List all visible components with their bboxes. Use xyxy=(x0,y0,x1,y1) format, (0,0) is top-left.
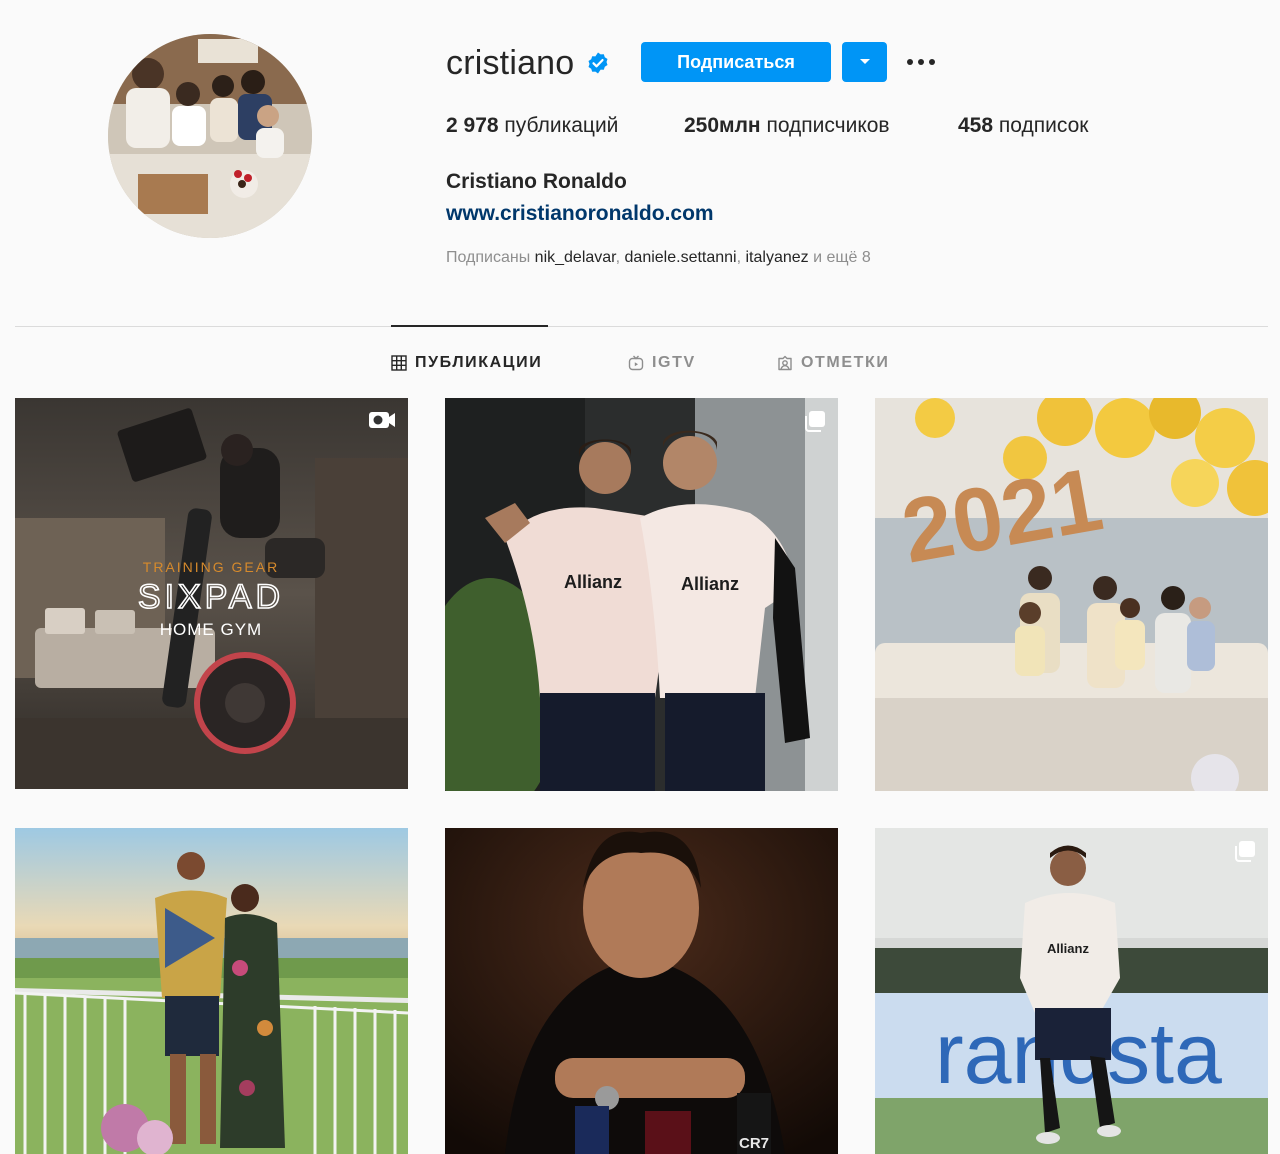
igtv-icon xyxy=(628,355,644,371)
avatar-image xyxy=(108,34,312,238)
carousel-icon xyxy=(1235,841,1255,862)
grid-icon xyxy=(391,355,407,371)
tab-posts[interactable]: ПУБЛИКАЦИИ xyxy=(391,352,542,374)
tab-tagged-label: ОТМЕТКИ xyxy=(801,354,890,371)
post-image xyxy=(15,828,408,1154)
followers-count-value: 250млн xyxy=(684,114,761,137)
tab-igtv[interactable]: IGTV xyxy=(628,352,696,374)
followed-by-account[interactable]: italyanez xyxy=(746,249,809,266)
following-count[interactable]: 458 подписок xyxy=(958,114,1088,138)
followers-count-label: подписчиков xyxy=(766,114,890,137)
tabs-divider xyxy=(15,326,1268,327)
shirt-sponsor: Allianz xyxy=(1047,941,1089,956)
video-icon xyxy=(369,412,395,428)
following-count-label: подписок xyxy=(998,114,1089,137)
full-name: Cristiano Ronaldo xyxy=(446,170,627,193)
tab-tagged[interactable]: ОТМЕТКИ xyxy=(777,352,889,374)
dot-icon xyxy=(918,59,924,65)
post-thumbnail[interactable]: randsta Allianz xyxy=(875,828,1268,1154)
post-text-sponsor: Allianz xyxy=(564,572,622,592)
post-thumbnail[interactable] xyxy=(15,828,408,1154)
username-row: cristiano xyxy=(446,38,610,88)
post-thumbnail[interactable]: 2021 xyxy=(875,398,1268,791)
post-image: TRAINING GEAR SIXPAD HOME GYM xyxy=(15,398,408,789)
post-text-homegym: HOME GYM xyxy=(160,620,262,639)
followed-by-suffix: и ещё 8 xyxy=(813,249,871,266)
tagged-icon xyxy=(778,355,792,371)
follow-button[interactable]: Подписаться xyxy=(641,42,831,82)
dot-icon xyxy=(929,59,935,65)
post-text-sponsor: Allianz xyxy=(681,574,739,594)
followed-by-prefix: Подписаны xyxy=(446,249,531,266)
following-count-value: 458 xyxy=(958,114,994,137)
username: cristiano xyxy=(446,43,575,82)
followers-count[interactable]: 250млн подписчиков xyxy=(684,114,890,138)
suggestions-dropdown-button[interactable] xyxy=(842,42,887,82)
post-thumbnail[interactable]: CR7 xyxy=(445,828,838,1154)
bottle-label: CR7 xyxy=(739,1135,769,1152)
verified-badge-icon xyxy=(586,51,610,75)
post-image: 2021 xyxy=(875,398,1268,791)
caret-down-icon xyxy=(859,59,870,64)
dot-icon xyxy=(907,59,913,65)
website-link[interactable]: www.cristianoronaldo.com xyxy=(446,202,714,226)
post-image: CR7 xyxy=(445,828,838,1154)
followed-by-account[interactable]: daniele.settanni xyxy=(625,249,737,266)
posts-count: 2 978 публикаций xyxy=(446,114,618,138)
posts-count-label: публикаций xyxy=(504,114,619,137)
post-text-training: TRAINING GEAR xyxy=(143,559,279,575)
post-thumbnail[interactable]: TRAINING GEAR SIXPAD HOME GYM xyxy=(15,398,408,789)
more-options-button[interactable] xyxy=(900,46,942,78)
followed-by-account[interactable]: nik_delavar xyxy=(535,249,616,266)
followed-by[interactable]: Подписаны nik_delavar, daniele.settanni,… xyxy=(446,249,871,267)
tab-igtv-label: IGTV xyxy=(652,354,696,371)
tab-posts-label: ПУБЛИКАЦИИ xyxy=(415,354,543,371)
profile-avatar[interactable] xyxy=(108,34,312,238)
post-thumbnail[interactable]: Allianz Allianz xyxy=(445,398,838,791)
post-text-brand: SIXPAD xyxy=(138,578,284,616)
posts-count-value: 2 978 xyxy=(446,114,499,137)
post-image: randsta Allianz xyxy=(875,828,1268,1154)
carousel-icon xyxy=(805,411,825,432)
post-image: Allianz Allianz xyxy=(445,398,838,791)
active-tab-indicator xyxy=(391,325,548,327)
